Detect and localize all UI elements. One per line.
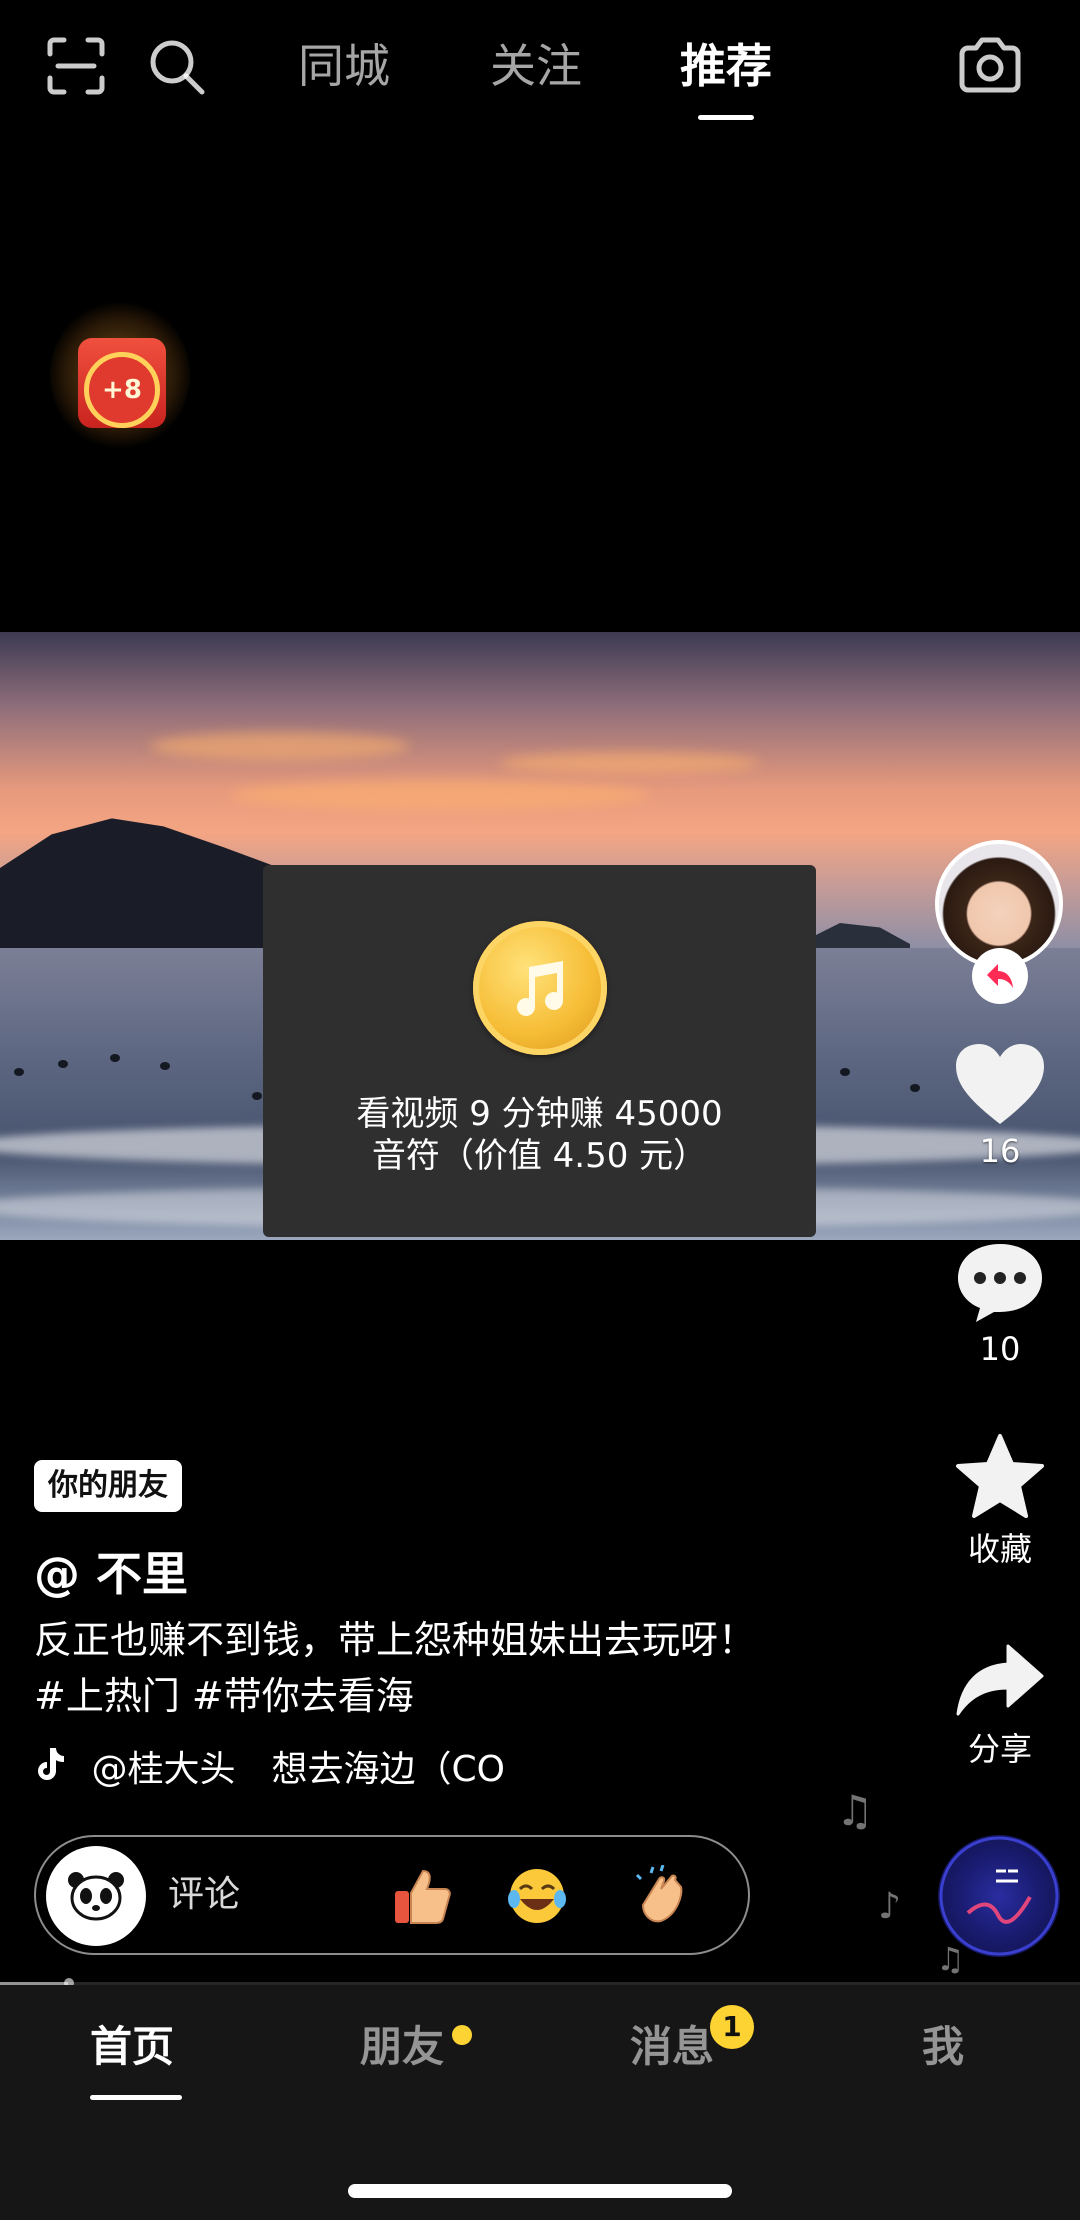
- nav-friends-label: 朋友: [360, 2022, 445, 2071]
- favorite-label: 收藏: [967, 1530, 1032, 1568]
- tab-recommended[interactable]: 推荐: [680, 30, 772, 120]
- nav-friends[interactable]: 朋友: [360, 2019, 472, 2075]
- music-coin-icon: [473, 921, 607, 1055]
- clapping-emoji[interactable]: [631, 1864, 693, 1927]
- cloud: [230, 780, 650, 810]
- comment-button[interactable]: 10: [940, 1238, 1060, 1368]
- popup-message: 看视频 9 分钟赚 45000 音符（价值 4.50 元）: [263, 1093, 816, 1177]
- like-count: 16: [979, 1132, 1021, 1170]
- share-arrow-icon: [956, 1644, 1044, 1716]
- tab-following[interactable]: 关注: [490, 30, 582, 102]
- music-disc[interactable]: [938, 1835, 1060, 1957]
- floating-note-icon: ♪: [878, 1886, 901, 1927]
- reward-popup: 看视频 9 分钟赚 45000 音符（价值 4.50 元）: [263, 865, 816, 1237]
- heart-icon: [956, 1044, 1044, 1124]
- video-description[interactable]: 反正也赚不到钱，带上怨种姐妹出去玩呀！#上热门 #带你去看海: [34, 1612, 774, 1724]
- buoy: [910, 1084, 920, 1092]
- creator-username[interactable]: @ 不里: [34, 1538, 188, 1604]
- buoy: [840, 1068, 850, 1076]
- popup-line-2: 音符（价值 4.50 元）: [371, 1136, 708, 1176]
- nav-home[interactable]: 首页: [90, 2019, 182, 2100]
- buoy: [110, 1054, 120, 1062]
- cloud: [500, 752, 760, 774]
- comment-count: 10: [979, 1330, 1021, 1368]
- floating-note-icon: ♫: [936, 1940, 965, 1978]
- nav-active-indicator: [90, 2095, 182, 2100]
- floating-note-icon: ♫: [836, 1786, 874, 1835]
- favorite-button[interactable]: 收藏: [940, 1432, 1060, 1570]
- comment-input-bar[interactable]: 评论: [34, 1835, 750, 1955]
- comment-placeholder: 评论: [168, 1874, 241, 1915]
- follow-back-button[interactable]: [972, 948, 1028, 1004]
- buoy: [14, 1068, 24, 1076]
- reward-badge[interactable]: +8: [50, 300, 190, 460]
- panda-avatar-icon: [46, 1846, 146, 1946]
- popup-line-1: 看视频 9 分钟赚 45000: [356, 1094, 723, 1134]
- message-badge: 1: [710, 2005, 754, 2049]
- friend-tag: 你的朋友: [34, 1460, 182, 1512]
- search-icon[interactable]: [140, 30, 212, 102]
- reward-count: +8: [84, 352, 160, 428]
- notification-dot: [452, 2025, 472, 2045]
- music-title: @桂大头 想去海边（CO: [91, 1749, 505, 1790]
- home-indicator: [348, 2184, 732, 2198]
- active-tab-indicator: [698, 115, 754, 120]
- nav-home-label: 首页: [90, 2022, 175, 2071]
- tab-same-city[interactable]: 同城: [298, 30, 390, 102]
- music-info[interactable]: @桂大头 想去海边（CO: [34, 1742, 594, 1798]
- reply-arrow-icon: [987, 964, 1013, 988]
- like-button[interactable]: 16: [940, 1040, 1060, 1170]
- buoy: [160, 1062, 170, 1070]
- buoy: [58, 1060, 68, 1068]
- nav-messages-label: 消息: [630, 2022, 715, 2071]
- comment-bubble-icon: [958, 1244, 1042, 1322]
- nav-messages[interactable]: 消息 1: [630, 2005, 754, 2075]
- thumbs-up-emoji[interactable]: [391, 1865, 453, 1927]
- top-bar: 同城 关注 推荐: [0, 0, 1080, 130]
- scan-icon[interactable]: [40, 30, 112, 102]
- cloud: [150, 732, 410, 760]
- nav-me[interactable]: 我: [922, 2019, 964, 2075]
- buoy: [252, 1092, 262, 1100]
- share-button[interactable]: 分享: [940, 1640, 1060, 1770]
- tab-recommended-label: 推荐: [680, 39, 772, 93]
- star-icon: [956, 1434, 1044, 1518]
- tiktok-note-icon: [34, 1743, 80, 1798]
- laughing-tears-emoji[interactable]: [506, 1865, 568, 1927]
- island: [810, 923, 910, 950]
- camera-icon[interactable]: [954, 30, 1026, 102]
- share-label: 分享: [967, 1730, 1032, 1768]
